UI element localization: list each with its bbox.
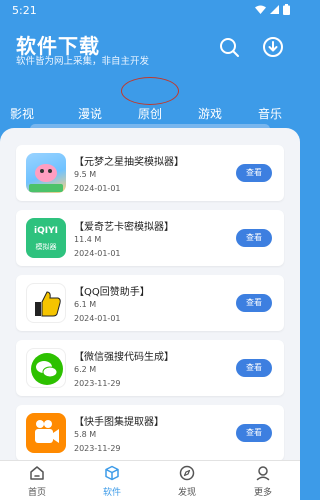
thumbs-up-icon <box>35 291 61 317</box>
list-item[interactable]: 【微信强搜代码生成】 6.2 M 2023-11-29 查看 <box>16 340 284 396</box>
item-date: 2024-01-01 <box>74 184 121 193</box>
nav-home[interactable]: 首页 <box>12 461 62 500</box>
tab-film[interactable]: 影视 <box>10 105 34 122</box>
status-time: 5:21 <box>12 4 37 17</box>
view-button[interactable]: 查看 <box>236 229 272 247</box>
nav-discover[interactable]: 发现 <box>162 461 212 500</box>
item-date: 2024-01-01 <box>74 314 121 323</box>
wifi-icon <box>255 5 266 14</box>
user-icon <box>256 466 270 481</box>
iqiyi-logo-text: iQIYI <box>34 226 58 236</box>
compass-icon <box>179 465 195 481</box>
nav-more[interactable]: 更多 <box>238 461 288 500</box>
page-subtitle: 软件皆为网上采集，非自主开发 <box>16 56 150 67</box>
tab-games[interactable]: 游戏 <box>198 105 222 122</box>
list-item[interactable]: 【快手图集提取器】 5.8 M 2023-11-29 查看 <box>16 405 284 461</box>
item-title: 【微信强搜代码生成】 <box>74 352 174 363</box>
app-icon <box>26 348 66 388</box>
iqiyi-sub-text: 模拟器 <box>35 243 57 251</box>
nav-discover-label: 发现 <box>177 488 196 498</box>
battery-icon <box>283 4 290 15</box>
app-icon <box>26 283 66 323</box>
item-size: 6.2 M <box>74 365 97 374</box>
tab-original[interactable]: 原创 <box>138 105 162 122</box>
tab-comics[interactable]: 漫说 <box>78 105 102 122</box>
view-button[interactable]: 查看 <box>236 164 272 182</box>
item-size: 11.4 M <box>74 235 102 244</box>
item-title: 【爱奇艺卡密模拟器】 <box>74 222 174 233</box>
signal-icon <box>270 5 279 14</box>
tab-music[interactable]: 音乐 <box>258 105 282 122</box>
list-item[interactable]: 【QQ回赞助手】 6.1 M 2024-01-01 查看 <box>16 275 284 331</box>
nav-home-label: 首页 <box>27 488 46 498</box>
status-bar: 5:21 <box>0 0 300 20</box>
list-item[interactable]: iQIYI 模拟器 【爱奇艺卡密模拟器】 11.4 M 2024-01-01 查… <box>16 210 284 266</box>
item-date: 2023-11-29 <box>74 444 121 453</box>
list-item[interactable]: 【元梦之星抽奖模拟器】 9.5 M 2024-01-01 查看 <box>16 145 284 201</box>
app-icon <box>26 413 66 453</box>
nav-software-label: 软件 <box>102 488 121 498</box>
header: 软件下载 软件皆为网上采集，非自主开发 影视 漫说 原创 游戏 音乐 <box>0 20 300 130</box>
nav-software[interactable]: 软件 <box>87 461 137 500</box>
item-size: 6.1 M <box>74 300 97 309</box>
item-title: 【快手图集提取器】 <box>74 417 164 428</box>
nav-more-label: 更多 <box>253 488 272 498</box>
cube-icon <box>105 465 119 481</box>
download-icon[interactable] <box>262 36 284 58</box>
app-icon <box>26 153 66 193</box>
view-button[interactable]: 查看 <box>236 294 272 312</box>
item-title: 【QQ回赞助手】 <box>74 287 150 298</box>
active-tab-highlight <box>121 77 179 105</box>
item-date: 2024-01-01 <box>74 249 121 258</box>
bottom-nav: 首页 软件 发现 更多 <box>0 460 300 500</box>
wechat-icon <box>31 353 63 385</box>
system-icons <box>255 4 290 15</box>
app-icon: iQIYI 模拟器 <box>26 218 66 258</box>
item-title: 【元梦之星抽奖模拟器】 <box>74 157 184 168</box>
home-icon <box>30 466 44 480</box>
view-button[interactable]: 查看 <box>236 359 272 377</box>
camera-icon <box>35 420 59 443</box>
item-date: 2023-11-29 <box>74 379 121 388</box>
view-button[interactable]: 查看 <box>236 424 272 442</box>
item-size: 9.5 M <box>74 170 97 179</box>
item-size: 5.8 M <box>74 430 97 439</box>
game-character-icon <box>29 164 63 192</box>
search-icon[interactable] <box>218 36 240 58</box>
